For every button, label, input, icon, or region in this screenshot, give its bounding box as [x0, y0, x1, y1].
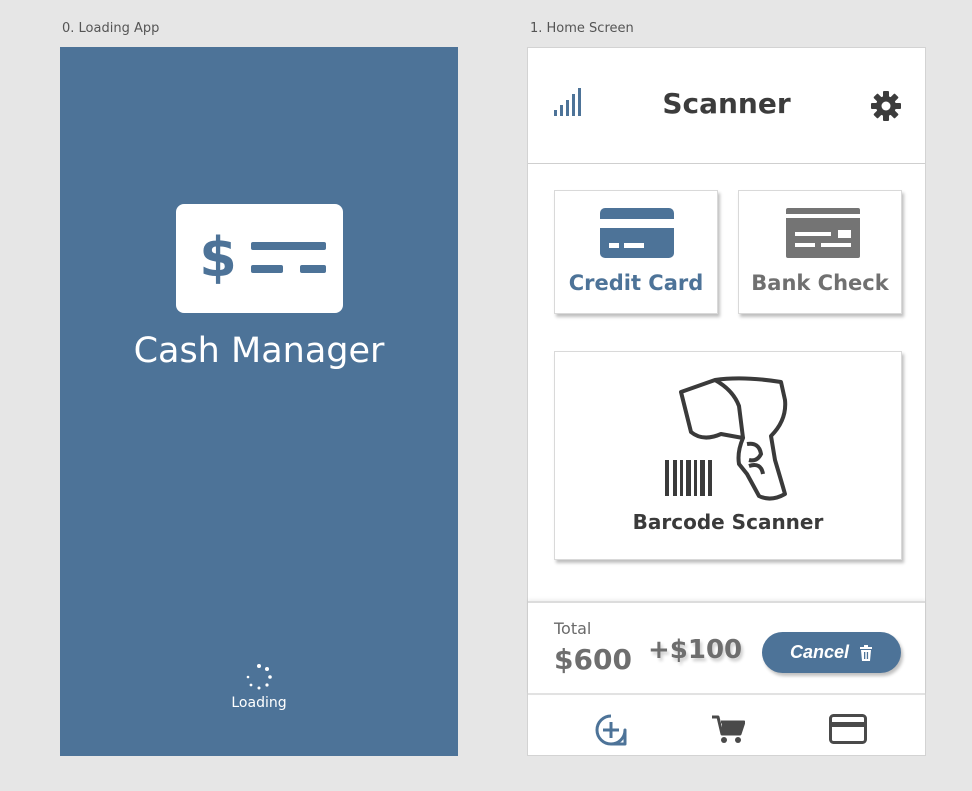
spinner-icon — [246, 664, 272, 690]
header: Scanner — [528, 48, 925, 164]
cancel-label: Cancel — [789, 642, 850, 662]
loading-status: Loading — [231, 695, 287, 711]
loading-screen: $ Cash Manager Loading — [60, 47, 458, 756]
card-icon[interactable] — [829, 714, 867, 744]
total-value: $600 — [554, 643, 632, 676]
bank-check-label: Bank Check — [751, 271, 889, 295]
barcode-scanner-icon — [665, 376, 788, 501]
credit-card-label: Credit Card — [568, 271, 704, 295]
credit-card-tile[interactable]: Credit Card — [554, 190, 718, 314]
page-title: Scanner — [662, 87, 791, 120]
home-screen: Scanner Credit Card Bank Check Barcode S… — [527, 47, 926, 756]
total-bar: Total $600 +$100 Cancel — [528, 601, 925, 695]
gear-icon[interactable] — [870, 90, 902, 122]
add-icon[interactable] — [595, 714, 627, 746]
artboard-label-loading: 0. Loading App — [62, 21, 160, 36]
trash-icon — [860, 644, 873, 661]
cart-icon[interactable] — [711, 714, 745, 744]
app-logo: $ — [176, 204, 343, 313]
total-label: Total — [554, 619, 592, 638]
bank-check-tile[interactable]: Bank Check — [738, 190, 902, 314]
barcode-scanner-tile[interactable]: Barcode Scanner — [554, 351, 902, 560]
cancel-button[interactable]: Cancel — [762, 632, 901, 673]
bottom-nav — [528, 697, 925, 755]
credit-card-icon — [600, 208, 674, 258]
artboard-label-home: 1. Home Screen — [530, 21, 634, 36]
cash-logo-icon: $ — [199, 226, 326, 289]
total-delta: +$100 — [648, 635, 743, 665]
app-title: Cash Manager — [133, 331, 385, 371]
logo-dollar-glyph: $ — [199, 226, 237, 289]
barcode-scanner-label: Barcode Scanner — [632, 510, 824, 534]
bank-check-icon — [786, 208, 860, 258]
